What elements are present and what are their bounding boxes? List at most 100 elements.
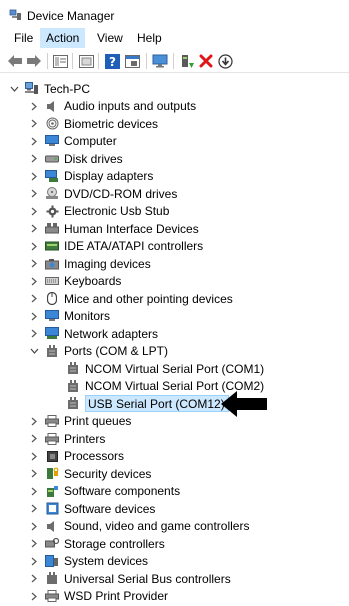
tree-root-label: Tech-PC xyxy=(44,81,91,96)
chevron-right-icon[interactable] xyxy=(29,413,39,430)
device-manager-icon xyxy=(9,9,22,21)
chevron-right-icon[interactable] xyxy=(29,115,39,132)
port-icon xyxy=(66,397,80,411)
selected-item-highlight[interactable]: USB Serial Port (COM12) xyxy=(85,395,229,412)
tree-item-system-devices[interactable]: System devices xyxy=(29,553,148,570)
usb-icon xyxy=(45,572,59,586)
tree-item-label: Keyboards xyxy=(64,274,122,288)
forward-icon[interactable] xyxy=(26,53,42,69)
tree-item-keyboards[interactable]: Keyboards xyxy=(29,273,121,290)
chevron-right-icon[interactable] xyxy=(29,500,39,517)
panel-icon[interactable] xyxy=(124,53,140,69)
menu-view[interactable]: View xyxy=(91,28,129,48)
tree-item-label: USB Serial Port (COM12) xyxy=(88,396,225,411)
software-component-icon xyxy=(45,484,59,498)
svg-text:?: ? xyxy=(109,55,116,69)
tree-item-imaging[interactable]: Imaging devices xyxy=(29,255,151,272)
chevron-right-icon[interactable] xyxy=(29,535,39,552)
annotation-arrow-icon xyxy=(221,391,267,417)
tree-item-ide[interactable]: IDE ATA/ATAPI controllers xyxy=(29,238,203,255)
chevron-right-icon[interactable] xyxy=(29,133,39,150)
chevron-right-icon[interactable] xyxy=(29,430,39,447)
chevron-down-icon[interactable] xyxy=(29,343,39,360)
chevron-right-icon[interactable] xyxy=(29,518,39,535)
tree-item-label: IDE ATA/ATAPI controllers xyxy=(64,239,204,253)
chevron-right-icon[interactable] xyxy=(29,553,39,570)
chevron-right-icon[interactable] xyxy=(29,203,39,220)
tree-item-wsd-print[interactable]: WSD Print Provider xyxy=(29,588,168,605)
tree-item-label: Printers xyxy=(64,431,106,446)
show-hide-icon[interactable] xyxy=(78,53,94,69)
chevron-right-icon[interactable] xyxy=(29,570,39,587)
chevron-down-icon[interactable] xyxy=(9,80,19,97)
back-icon[interactable] xyxy=(7,53,23,69)
tree-item-network[interactable]: Network adapters xyxy=(29,325,158,342)
chevron-right-icon[interactable] xyxy=(29,325,39,342)
tree-item-usb[interactable]: Universal Serial Bus controllers xyxy=(29,570,231,587)
dvd-icon xyxy=(45,187,59,201)
chevron-right-icon[interactable] xyxy=(29,273,39,290)
toolbar-separator xyxy=(146,53,147,69)
chevron-right-icon[interactable] xyxy=(29,150,39,167)
menu-help[interactable]: Help xyxy=(131,28,168,48)
monitor-icon xyxy=(45,309,59,323)
uninstall-icon[interactable] xyxy=(198,53,214,69)
chevron-right-icon[interactable] xyxy=(29,465,39,482)
chevron-right-icon[interactable] xyxy=(29,185,39,202)
tree-item-label: Mice and other pointing devices xyxy=(64,291,233,306)
chevron-right-icon[interactable] xyxy=(29,168,39,185)
tree-item-storage[interactable]: Storage controllers xyxy=(29,535,165,552)
chevron-right-icon[interactable] xyxy=(29,220,39,237)
chevron-right-icon[interactable] xyxy=(29,255,39,272)
tree-item-label: NCOM Virtual Serial Port (COM1) xyxy=(85,361,265,376)
tree-item-label: Network adapters xyxy=(64,326,159,341)
tree-item-ports[interactable]: Ports (COM & LPT) xyxy=(29,343,168,360)
toolbar: ? xyxy=(0,50,349,73)
monitor-icon[interactable] xyxy=(152,53,168,69)
tree-item-hid[interactable]: Human Interface Devices xyxy=(29,220,199,237)
update-driver-icon[interactable] xyxy=(179,53,195,69)
system-icon xyxy=(45,554,59,568)
ide-icon xyxy=(45,239,59,253)
tree-item-processors[interactable]: Processors xyxy=(29,448,124,465)
tree-item-label: Biometric devices xyxy=(64,116,159,131)
toolbar-separator xyxy=(173,53,174,69)
disk-icon xyxy=(45,152,59,166)
camera-icon xyxy=(45,257,59,271)
chevron-right-icon[interactable] xyxy=(29,98,39,115)
tree-item-software-components[interactable]: Software components xyxy=(29,483,180,500)
port-icon xyxy=(45,344,59,358)
tree-item-printers[interactable]: Printers xyxy=(29,430,105,447)
tree-item-dvd[interactable]: DVD/CD-ROM drives xyxy=(29,185,177,202)
chevron-right-icon[interactable] xyxy=(29,483,39,500)
download-icon[interactable] xyxy=(217,53,233,69)
tree-child-ncom-com1[interactable]: NCOM Virtual Serial Port (COM1) xyxy=(66,360,264,377)
tree-item-monitors[interactable]: Monitors xyxy=(29,308,110,325)
tree-item-mice[interactable]: Mice and other pointing devices xyxy=(29,290,233,307)
chevron-right-icon[interactable] xyxy=(29,448,39,465)
tree-item-audio[interactable]: Audio inputs and outputs xyxy=(29,98,196,115)
tree-item-disk-drives[interactable]: Disk drives xyxy=(29,150,123,167)
tree-item-electronic-usb-stub[interactable]: Electronic Usb Stub xyxy=(29,203,169,220)
menu-file[interactable]: File xyxy=(8,28,39,48)
chevron-right-icon[interactable] xyxy=(29,588,39,605)
chevron-right-icon[interactable] xyxy=(29,308,39,325)
properties-view-icon[interactable] xyxy=(52,53,68,69)
tree-item-software-devices[interactable]: Software devices xyxy=(29,500,155,517)
tree-item-print-queues[interactable]: Print queues xyxy=(29,413,131,430)
tree-item-security[interactable]: Security devices xyxy=(29,465,151,482)
tree-root[interactable]: Tech-PC xyxy=(9,80,90,97)
tree-item-computer[interactable]: Computer xyxy=(29,133,117,150)
tree-item-biometric[interactable]: Biometric devices xyxy=(29,115,158,132)
menu-action[interactable]: Action xyxy=(40,28,86,48)
tree-item-label: Audio inputs and outputs xyxy=(64,99,197,113)
tree-item-label: System devices xyxy=(64,554,149,568)
tree-item-sound-video[interactable]: Sound, video and game controllers xyxy=(29,518,249,535)
tree-item-label: Processors xyxy=(64,449,125,463)
tree-child-usb-serial-com12[interactable]: USB Serial Port (COM12) xyxy=(66,395,229,412)
help-icon[interactable]: ? xyxy=(104,53,120,69)
chevron-right-icon[interactable] xyxy=(29,290,39,307)
tree-item-display-adapters[interactable]: Display adapters xyxy=(29,168,153,185)
chevron-right-icon[interactable] xyxy=(29,238,39,255)
keyboard-icon xyxy=(45,274,59,288)
